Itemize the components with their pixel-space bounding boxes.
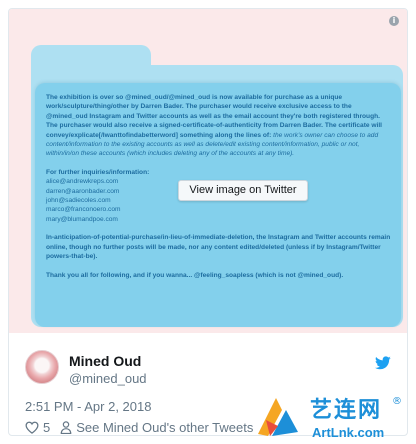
author-name[interactable]: Mined Oud [69,353,141,369]
heart-icon[interactable] [25,421,39,434]
tweet-timestamp[interactable]: 2:51 PM - Apr 2, 2018 [25,399,151,414]
media-paragraph-3: Thank you all for following, and if you … [46,271,344,279]
avatar[interactable] [25,350,59,384]
info-icon[interactable]: i [389,16,399,26]
watermark-chinese: 艺连网 [310,398,383,423]
contact-email: mary@blumandpoe.com [46,215,118,223]
person-icon [60,420,72,434]
artlnk-logo [258,398,298,436]
like-count[interactable]: 5 [43,420,50,435]
other-tweets-link[interactable]: See Mined Oud's other Tweets [76,420,253,435]
watermark-registered: ® [392,396,402,407]
author-handle[interactable]: @mined_oud [69,371,147,386]
watermark-english: ArtLnk.com [312,425,385,440]
tweet-actions: 5 See Mined Oud's other Tweets [25,419,253,435]
tweet-card: i The exhibition is over so @mined_oud/@… [8,8,408,436]
contacts-heading: For further inquiries/information: [46,168,150,176]
tweet-media[interactable]: i The exhibition is over so @mined_oud/@… [9,9,407,333]
contact-email: marco@franconoero.com [46,206,121,214]
twitter-bird-icon[interactable] [375,356,391,370]
media-paragraph-1: The exhibition is over so @mined_oud/@mi… [46,93,391,159]
view-image-button[interactable]: View image on Twitter [178,180,308,201]
media-paragraph-2: In-anticipation-of-potential-purchase/in… [46,234,391,261]
